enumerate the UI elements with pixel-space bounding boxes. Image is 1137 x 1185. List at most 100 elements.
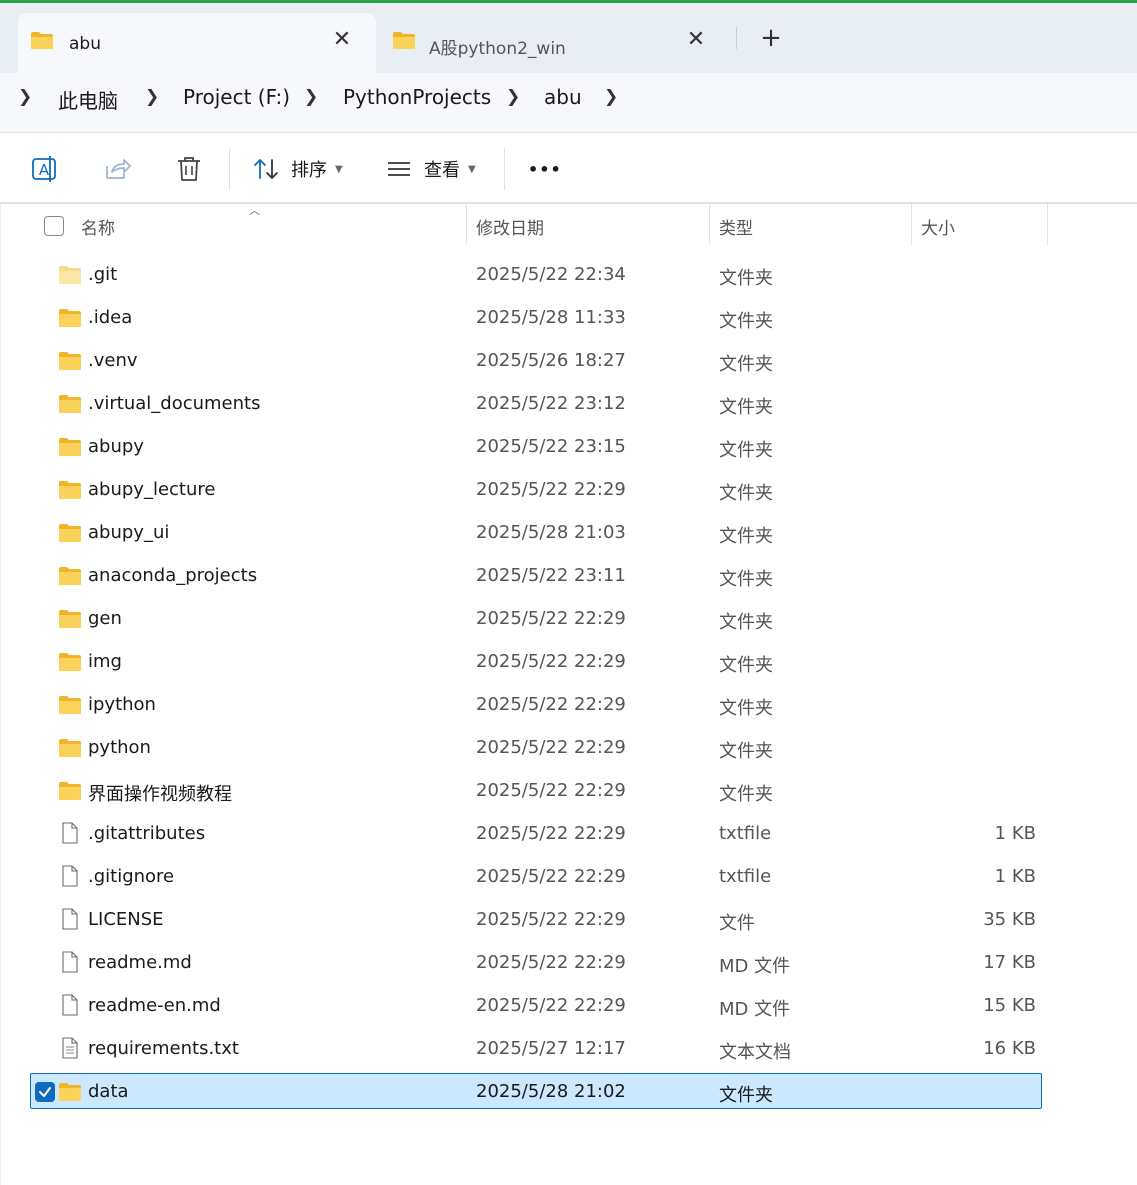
close-tab-icon[interactable]: ✕ xyxy=(330,27,354,52)
breadcrumb-project-drive[interactable]: Project (F:) xyxy=(183,85,290,109)
select-all-checkbox[interactable] xyxy=(44,216,64,236)
file-type: 文件夹 xyxy=(719,698,773,719)
file-type: 文件夹 xyxy=(719,311,773,332)
file-row[interactable]: requirements.txt 2025/5/27 12:17 文本文档 16 KB xyxy=(30,1030,1042,1066)
file-name: .gitignore xyxy=(88,866,175,887)
column-divider[interactable] xyxy=(911,204,912,245)
file-type: 文件 xyxy=(719,913,755,934)
column-header-type[interactable]: 类型 xyxy=(719,214,753,239)
file-row[interactable]: readme-en.md 2025/5/22 22:29 MD 文件 15 KB xyxy=(30,987,1042,1023)
delete-button[interactable] xyxy=(175,151,203,187)
tab-abu[interactable]: abu ✕ xyxy=(18,13,376,76)
chevron-right-icon[interactable]: ❯ xyxy=(145,87,159,107)
file-icon xyxy=(58,908,82,930)
file-size: 15 KB xyxy=(983,995,1036,1016)
file-size: 35 KB xyxy=(983,909,1036,930)
file-row[interactable]: ipython 2025/5/22 22:29 文件夹 xyxy=(30,686,1042,722)
file-name: readme-en.md xyxy=(88,995,221,1016)
file-type: MD 文件 xyxy=(719,999,791,1020)
text-document-icon xyxy=(58,1037,82,1059)
file-size: 1 KB xyxy=(994,823,1036,844)
sort-button[interactable]: 排序 ▼ xyxy=(253,151,343,187)
file-row[interactable]: anaconda_projects 2025/5/22 23:11 文件夹 xyxy=(30,557,1042,593)
file-modified-date: 2025/5/22 22:29 xyxy=(476,995,626,1016)
file-row[interactable]: .gitignore 2025/5/22 22:29 txtfile 1 KB xyxy=(30,858,1042,894)
file-modified-date: 2025/5/22 22:29 xyxy=(476,737,626,758)
checkmark-icon xyxy=(39,1087,51,1097)
chevron-down-icon: ▼ xyxy=(335,163,343,175)
file-row[interactable]: readme.md 2025/5/22 22:29 MD 文件 17 KB xyxy=(30,944,1042,980)
column-header-name[interactable]: 名称 xyxy=(81,214,115,239)
column-header-size[interactable]: 大小 xyxy=(921,214,955,239)
breadcrumb-pythonprojects[interactable]: PythonProjects xyxy=(343,85,491,109)
file-type: txtfile xyxy=(719,866,772,887)
close-tab-icon[interactable]: ✕ xyxy=(684,27,708,52)
file-type: 文件夹 xyxy=(719,655,773,676)
file-name: .idea xyxy=(88,307,133,328)
column-header-row: ︿ 名称 修改日期 类型 大小 xyxy=(1,204,1137,249)
toolbar-divider xyxy=(504,148,505,190)
file-row[interactable]: .gitattributes 2025/5/22 22:29 txtfile 1 KB xyxy=(30,815,1042,851)
new-tab-button[interactable]: + xyxy=(757,25,785,53)
file-modified-date: 2025/5/22 22:29 xyxy=(476,909,626,930)
folder-icon xyxy=(58,695,82,715)
chevron-right-icon[interactable]: ❯ xyxy=(304,87,318,107)
file-row[interactable]: LICENSE 2025/5/22 22:29 文件 35 KB xyxy=(30,901,1042,937)
chevron-right-icon[interactable]: ❯ xyxy=(506,87,520,107)
file-type: 文件夹 xyxy=(719,397,773,418)
file-name: gen xyxy=(88,608,122,629)
file-modified-date: 2025/5/22 22:29 xyxy=(476,479,626,500)
file-modified-date: 2025/5/28 11:33 xyxy=(476,307,626,328)
column-divider[interactable] xyxy=(709,204,710,245)
file-type: 文本文档 xyxy=(719,1042,791,1063)
more-options-button[interactable]: ••• xyxy=(528,151,562,187)
view-icon xyxy=(388,162,410,176)
file-modified-date: 2025/5/22 22:29 xyxy=(476,780,626,801)
toolbar-divider xyxy=(229,148,230,190)
file-name: img xyxy=(88,651,122,672)
row-checkbox-checked[interactable] xyxy=(35,1082,55,1102)
file-row[interactable]: gen 2025/5/22 22:29 文件夹 xyxy=(30,600,1042,636)
rename-button[interactable]: A xyxy=(30,151,60,187)
share-button[interactable] xyxy=(102,151,132,187)
file-row[interactable]: abupy_lecture 2025/5/22 22:29 文件夹 xyxy=(30,471,1042,507)
chevron-right-icon[interactable]: ❯ xyxy=(604,87,618,107)
breadcrumb-abu[interactable]: abu xyxy=(544,85,582,109)
file-icon xyxy=(58,865,82,887)
folder-icon xyxy=(58,566,82,586)
file-row[interactable]: data 2025/5/28 21:02 文件夹 xyxy=(30,1073,1042,1109)
file-type: 文件夹 xyxy=(719,784,773,805)
folder-icon xyxy=(58,652,82,672)
file-row[interactable]: .virtual_documents 2025/5/22 23:12 文件夹 xyxy=(30,385,1042,421)
column-header-date[interactable]: 修改日期 xyxy=(476,214,544,239)
file-type: 文件夹 xyxy=(719,526,773,547)
file-modified-date: 2025/5/22 22:29 xyxy=(476,823,626,844)
file-row[interactable]: img 2025/5/22 22:29 文件夹 xyxy=(30,643,1042,679)
file-name: .venv xyxy=(88,350,138,371)
file-name: data xyxy=(88,1081,129,1102)
folder-icon xyxy=(58,738,82,758)
file-icon xyxy=(58,951,82,973)
file-row[interactable]: abupy 2025/5/22 23:15 文件夹 xyxy=(30,428,1042,464)
file-row[interactable]: .venv 2025/5/26 18:27 文件夹 xyxy=(30,342,1042,378)
file-row[interactable]: abupy_ui 2025/5/28 21:03 文件夹 xyxy=(30,514,1042,550)
view-button[interactable]: 查看 ▼ xyxy=(386,151,476,187)
file-name: .git xyxy=(88,264,118,285)
chevron-right-icon[interactable]: ❯ xyxy=(18,87,32,107)
file-list: ︿ 名称 修改日期 类型 大小 .git 2025/5/22 22:34 文件夹 .i… xyxy=(0,204,1137,1185)
file-row[interactable]: .git 2025/5/22 22:34 文件夹 xyxy=(30,256,1042,292)
file-type: 文件夹 xyxy=(719,440,773,461)
file-row[interactable]: .idea 2025/5/28 11:33 文件夹 xyxy=(30,299,1042,335)
file-modified-date: 2025/5/26 18:27 xyxy=(476,350,626,371)
breadcrumb-this-pc[interactable]: 此电脑 xyxy=(58,85,118,114)
tab-a-stock-python2-win[interactable]: A股python2_win ✕ xyxy=(386,13,730,76)
share-icon xyxy=(106,159,131,179)
file-icon xyxy=(58,994,82,1016)
file-row[interactable]: python 2025/5/22 22:29 文件夹 xyxy=(30,729,1042,765)
file-size: 17 KB xyxy=(983,952,1036,973)
column-divider[interactable] xyxy=(466,204,467,245)
folder-icon xyxy=(58,781,82,801)
column-divider[interactable] xyxy=(1047,204,1048,245)
file-row[interactable]: 界面操作视频教程 2025/5/22 22:29 文件夹 xyxy=(30,772,1042,808)
sort-ascending-icon: ︿ xyxy=(249,204,260,217)
